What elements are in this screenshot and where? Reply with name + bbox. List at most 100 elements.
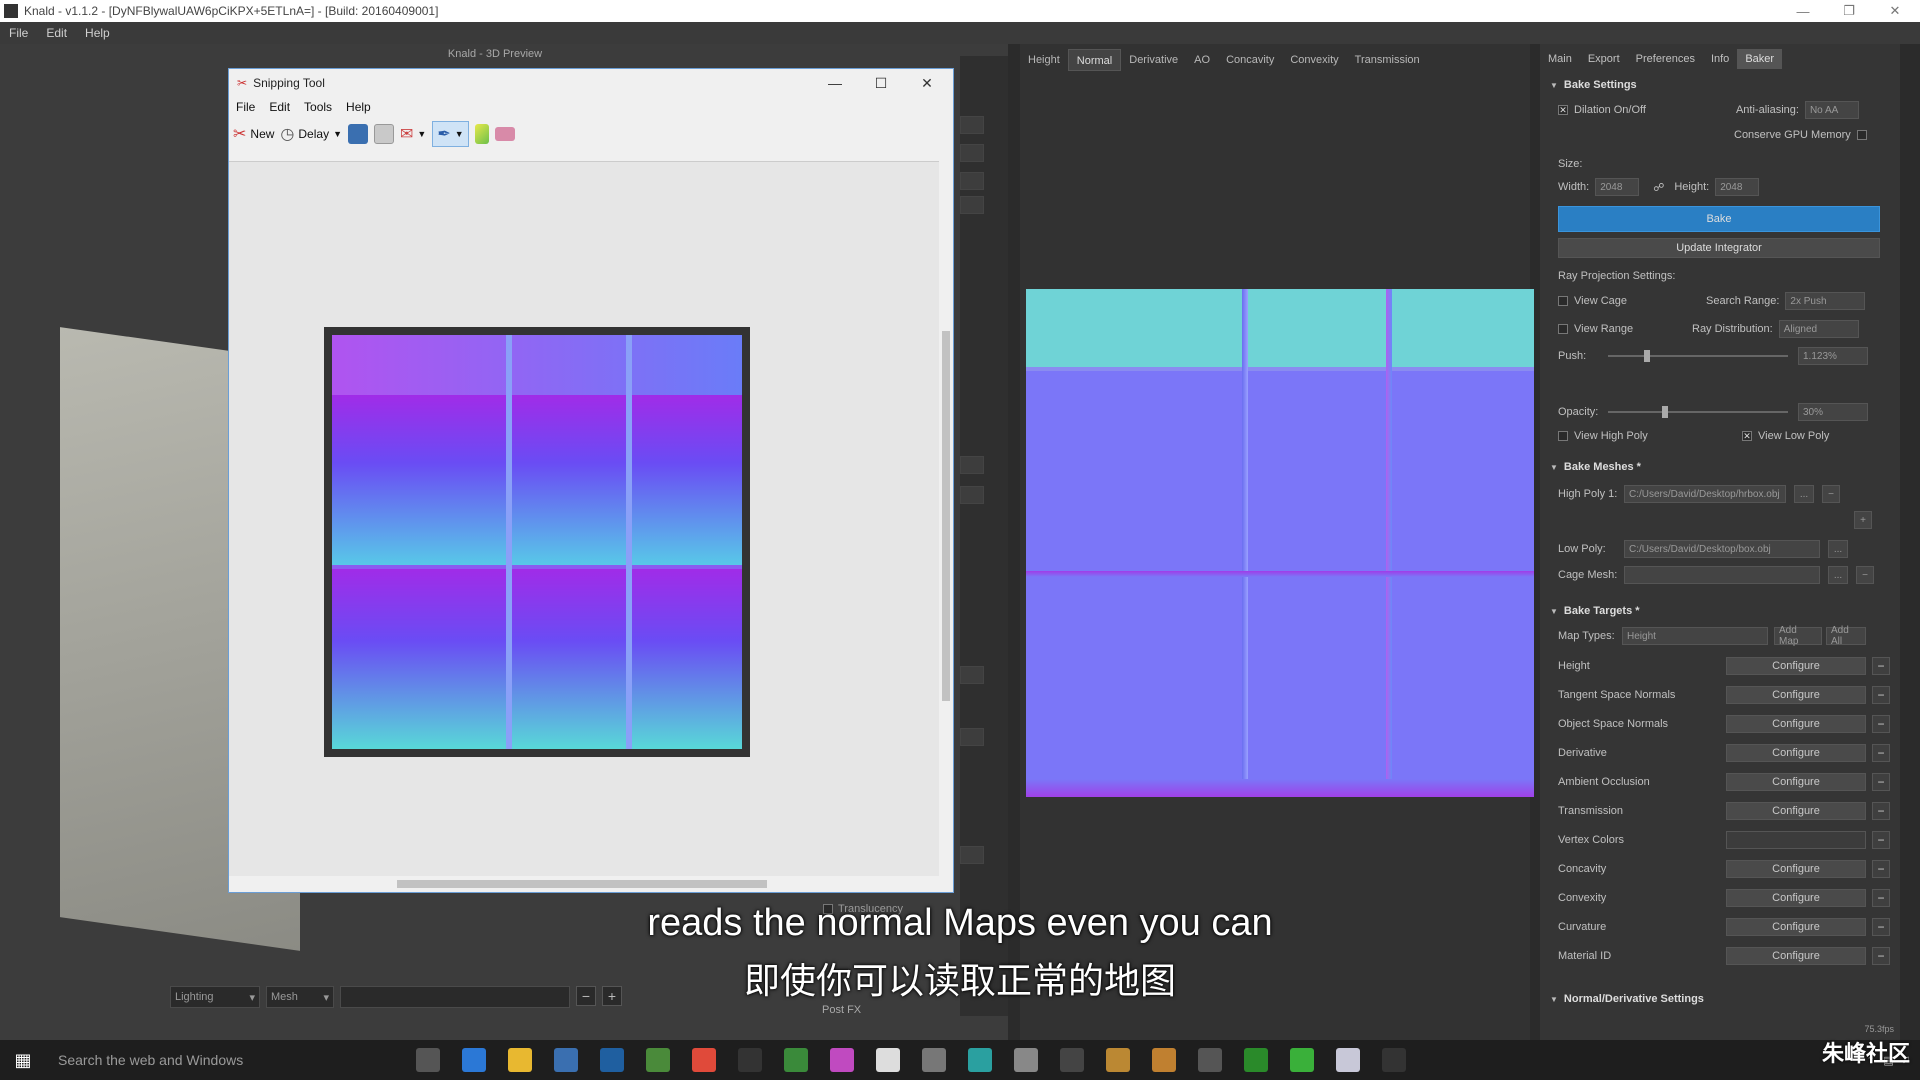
side-panel-field[interactable] (960, 172, 984, 190)
view-low-poly-checkbox[interactable]: ✕ (1742, 431, 1752, 441)
taskbar-app-8-icon[interactable] (1290, 1048, 1314, 1072)
snip-menu-file[interactable]: File (229, 100, 262, 114)
view-cage-checkbox[interactable] (1558, 296, 1568, 306)
tab-convexity[interactable]: Convexity (1282, 49, 1346, 71)
maximize-button[interactable]: ❐ (1826, 0, 1872, 22)
highlighter-icon[interactable] (474, 124, 489, 144)
low-poly-path-input[interactable]: C:/Users/David/Desktop/box.obj (1624, 540, 1820, 558)
side-panel-field[interactable] (960, 728, 984, 746)
snip-vertical-scrollbar[interactable] (939, 161, 953, 877)
send-snip-button[interactable]: ✉ ▼ (400, 124, 426, 144)
menu-help[interactable]: Help (76, 26, 119, 40)
menu-edit[interactable]: Edit (37, 26, 76, 40)
taskbar-photoshop-icon[interactable] (600, 1048, 624, 1072)
opacity-slider[interactable] (1608, 406, 1788, 418)
push-slider-handle[interactable] (1644, 350, 1650, 362)
pen-button[interactable]: ✒ ▼ (432, 121, 469, 147)
configure-button[interactable]: Configure (1726, 773, 1866, 791)
snip-hscroll-thumb[interactable] (397, 880, 767, 888)
tab-preferences[interactable]: Preferences (1628, 49, 1703, 69)
delay-button[interactable]: ◷ Delay ▼ (280, 124, 342, 144)
conserve-gpu-checkbox[interactable] (1856, 130, 1867, 140)
taskbar-app-2-icon[interactable] (784, 1048, 808, 1072)
tab-concavity[interactable]: Concavity (1218, 49, 1282, 71)
snip-maximize-button[interactable]: ☐ (859, 71, 903, 95)
minimize-button[interactable]: — (1780, 0, 1826, 22)
side-panel-field[interactable] (960, 666, 984, 684)
snip-menu-tools[interactable]: Tools (297, 100, 339, 114)
normal-map-image[interactable] (1026, 289, 1534, 797)
ray-distribution-select[interactable]: Aligned (1778, 320, 1859, 338)
taskbar-itunes-icon[interactable] (830, 1048, 854, 1072)
taskbar-app-4-icon[interactable] (968, 1048, 992, 1072)
new-snip-button[interactable]: ✂ New (233, 124, 274, 144)
snip-minimize-button[interactable]: — (813, 71, 857, 95)
snip-horizontal-scrollbar[interactable] (229, 876, 941, 892)
snip-menu-help[interactable]: Help (339, 100, 378, 114)
cage-mesh-path-input[interactable] (1624, 566, 1820, 584)
remove-target-button[interactable]: − (1872, 773, 1890, 791)
height-input[interactable]: 2048 (1715, 178, 1760, 196)
width-input[interactable]: 2048 (1595, 178, 1640, 196)
taskbar-app-9-icon[interactable] (1382, 1048, 1406, 1072)
bake-meshes-header[interactable]: ▼ Bake Meshes * (1550, 458, 1880, 476)
tab-transmission[interactable]: Transmission (1347, 49, 1428, 71)
postfx-label[interactable]: Post FX (822, 1004, 861, 1016)
menu-file[interactable]: File (0, 26, 37, 40)
taskbar-task-view-icon[interactable] (416, 1048, 440, 1072)
add-all-button[interactable]: Add All (1826, 625, 1866, 647)
side-panel-field[interactable] (960, 116, 984, 134)
opacity-input[interactable]: 30% (1798, 403, 1868, 421)
update-integrator-button[interactable]: Update Integrator (1558, 238, 1880, 258)
tab-height[interactable]: Height (1020, 49, 1068, 71)
taskbar-chrome-icon[interactable] (692, 1048, 716, 1072)
configure-button[interactable]: Configure (1726, 657, 1866, 675)
configure-button[interactable] (1726, 831, 1866, 849)
high-poly-browse-button[interactable]: ... (1794, 485, 1814, 503)
taskbar-app-7-icon[interactable] (1244, 1048, 1268, 1072)
tab-derivative[interactable]: Derivative (1121, 49, 1186, 71)
remove-target-button[interactable]: − (1872, 744, 1890, 762)
link-icon[interactable]: ☍ (1653, 181, 1664, 194)
view-range-checkbox[interactable] (1558, 324, 1568, 334)
remove-target-button[interactable]: − (1872, 802, 1890, 820)
taskbar-edge-icon[interactable] (462, 1048, 486, 1072)
taskbar-unreal-icon[interactable] (1060, 1048, 1084, 1072)
bake-targets-header[interactable]: ▼ Bake Targets * (1550, 602, 1880, 620)
push-input[interactable]: 1.123% (1798, 347, 1868, 365)
snip-vscroll-thumb[interactable] (942, 331, 950, 701)
opacity-slider-handle[interactable] (1662, 406, 1668, 418)
taskbar-search[interactable]: Search the web and Windows (46, 1040, 386, 1080)
remove-high-poly-button[interactable]: − (1822, 485, 1840, 503)
remove-target-button[interactable]: − (1872, 860, 1890, 878)
remove-target-button[interactable]: − (1872, 831, 1890, 849)
bake-button[interactable]: Bake (1558, 206, 1880, 232)
remove-target-button[interactable]: − (1872, 657, 1890, 675)
taskbar-app-6-icon[interactable] (1152, 1048, 1176, 1072)
taskbar-knald-icon[interactable] (1336, 1048, 1360, 1072)
configure-button[interactable]: Configure (1726, 686, 1866, 704)
remove-target-button[interactable]: − (1872, 715, 1890, 733)
snip-close-button[interactable]: ✕ (905, 71, 949, 95)
copy-icon[interactable] (374, 124, 394, 144)
anti-aliasing-select[interactable]: No AA (1804, 101, 1859, 119)
side-panel-field[interactable] (960, 456, 984, 474)
high-poly-path-input[interactable]: C:/Users/David/Desktop/hrbox.obj (1624, 485, 1786, 503)
taskbar-store-icon[interactable] (554, 1048, 578, 1072)
configure-button[interactable]: Configure (1726, 802, 1866, 820)
windows-start-icon[interactable]: ▦ (0, 1040, 46, 1080)
snip-canvas[interactable] (229, 161, 941, 877)
tab-normal[interactable]: Normal (1067, 49, 1122, 71)
configure-button[interactable]: Configure (1726, 860, 1866, 878)
snip-menu-edit[interactable]: Edit (262, 100, 297, 114)
taskbar-app-green-icon[interactable] (646, 1048, 670, 1072)
tab-export[interactable]: Export (1580, 49, 1628, 69)
taskbar-app-3-icon[interactable] (922, 1048, 946, 1072)
side-panel-field[interactable] (960, 196, 984, 214)
tab-ao[interactable]: AO (1186, 49, 1218, 71)
dilation-checkbox[interactable]: ✕ (1558, 105, 1568, 115)
taskbar-epic-icon[interactable] (738, 1048, 762, 1072)
close-button[interactable]: ✕ (1872, 0, 1918, 22)
map-types-select[interactable]: Height (1622, 627, 1768, 645)
taskbar-calculator-icon[interactable] (1198, 1048, 1222, 1072)
